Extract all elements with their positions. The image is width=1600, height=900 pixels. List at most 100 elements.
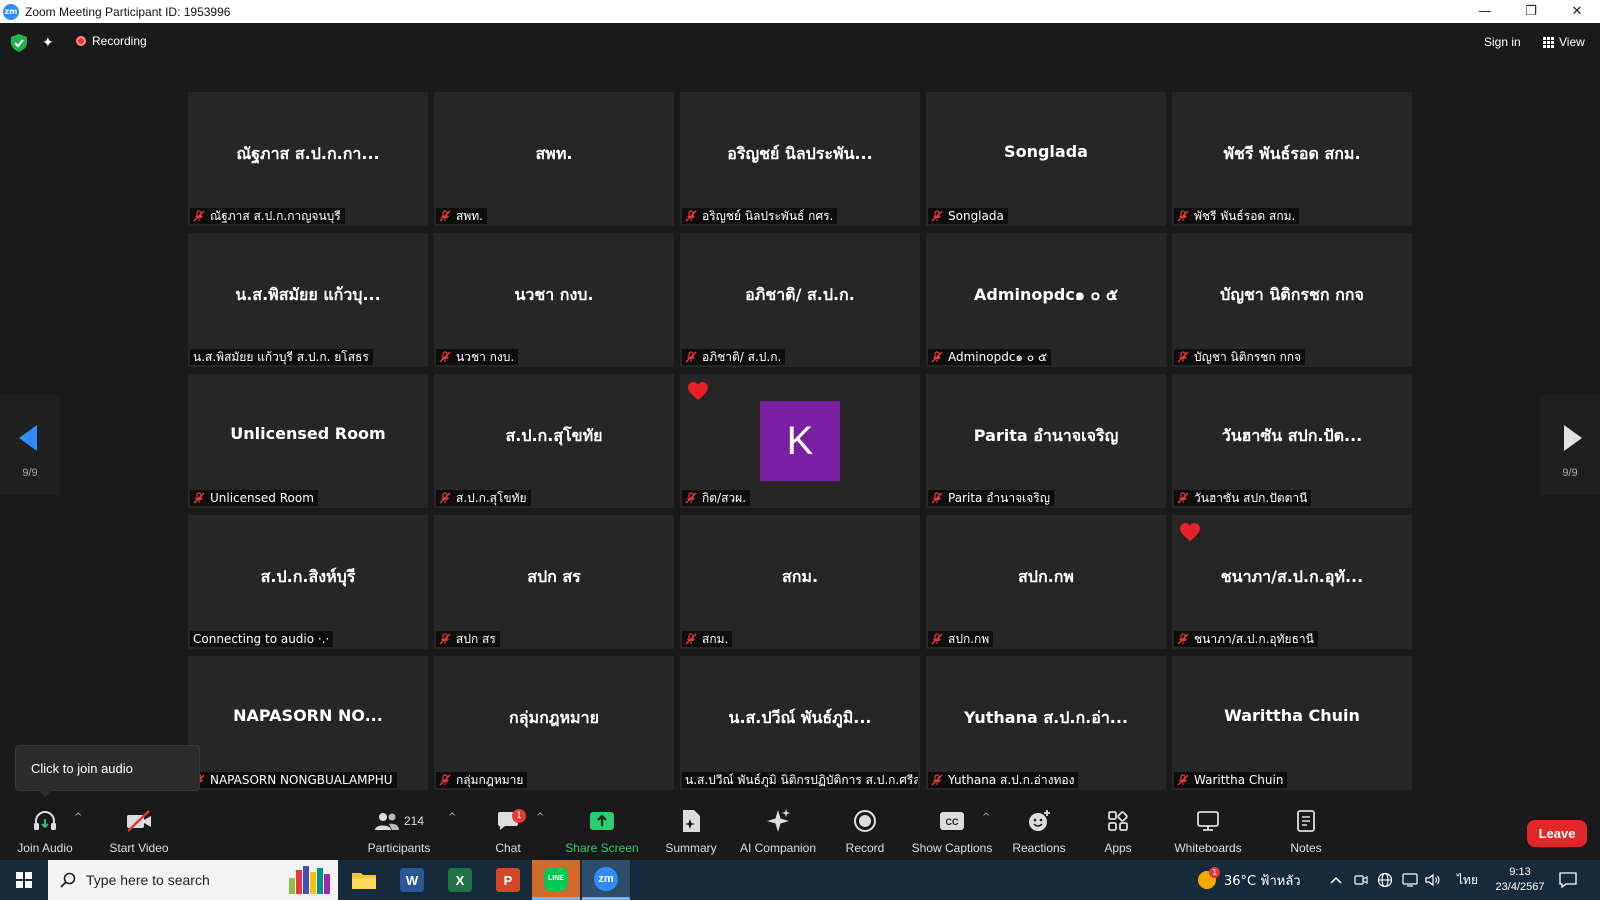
participant-tile[interactable]: กลุ่มกฎหมาย กลุ่มกฎหมาย bbox=[434, 656, 674, 790]
volume-icon[interactable] bbox=[1425, 860, 1441, 900]
captions-options-caret[interactable]: ^ bbox=[982, 812, 990, 823]
window-title: Zoom Meeting Participant ID: 1953996 bbox=[25, 4, 231, 19]
participant-tile[interactable]: อริญชย์ นิลประพัน... อริญชย์ นิลประพันธ์ … bbox=[680, 92, 920, 226]
ai-companion-sparkle-icon bbox=[765, 806, 791, 836]
notifications-icon[interactable] bbox=[1559, 860, 1577, 900]
participant-name-label: น.ส.ปวีณ์ พันธ์ภูมิ นิติกรปฏิบัติการ ส.ป… bbox=[682, 772, 918, 788]
excel-app[interactable]: X bbox=[436, 860, 484, 900]
tray-chevron-icon[interactable] bbox=[1330, 860, 1342, 900]
previous-page-button[interactable]: 9/9 bbox=[0, 395, 60, 495]
participant-tile[interactable]: K กิต/สวผ. bbox=[680, 374, 920, 508]
participant-display-name: Warittha Chuin bbox=[1224, 706, 1360, 725]
video-off-icon bbox=[125, 806, 153, 836]
participant-tile[interactable]: พัชรี พันธ์รอด สกม. พัชรี พันธ์รอด สกม. bbox=[1172, 92, 1412, 226]
input-language-indicator[interactable]: ไทย bbox=[1457, 860, 1478, 900]
meet-now-camera-icon[interactable] bbox=[1354, 860, 1368, 900]
participant-tile[interactable]: น.ส.ปวีณ์ พันธ์ภูมิ... น.ส.ปวีณ์ พันธ์ภูม… bbox=[680, 656, 920, 790]
participant-tile[interactable]: อภิชาติ/ ส.ป.ก. อภิชาติ/ ส.ป.ก. bbox=[680, 233, 920, 367]
participant-name-text: พัชรี พันธ์รอด สกม. bbox=[1194, 209, 1296, 223]
participant-tile[interactable]: สปก.กพ สปก.กพ bbox=[926, 515, 1166, 649]
participant-tile[interactable]: สปก สร สปก สร bbox=[434, 515, 674, 649]
participant-tile[interactable]: Yuthana ส.ป.ก.อ่า... Yuthana ส.ป.ก.อ่างทอ… bbox=[926, 656, 1166, 790]
record-button[interactable]: Record bbox=[843, 800, 887, 860]
participant-name-label: สปก.กพ bbox=[928, 631, 994, 647]
start-video-button[interactable]: Start Video bbox=[106, 800, 172, 860]
participants-button[interactable]: 214 Participants bbox=[364, 800, 434, 860]
weather-text: 36°C ฟ้าหลัว bbox=[1224, 873, 1301, 889]
security-shield-icon[interactable] bbox=[11, 34, 27, 52]
participant-name-label: สปก สร bbox=[436, 631, 500, 647]
whiteboards-button[interactable]: Whiteboards bbox=[1173, 800, 1243, 860]
meeting-info-bar: ✦ Recording Sign in View bbox=[0, 23, 1600, 63]
participant-name-text: Unlicensed Room bbox=[210, 491, 314, 505]
zoom-taskbar-icon: zm bbox=[594, 866, 618, 891]
audio-options-caret[interactable]: ^ bbox=[74, 812, 82, 823]
powerpoint-app[interactable]: P bbox=[484, 860, 532, 900]
muted-mic-icon bbox=[931, 774, 943, 786]
participant-name-label: Adminopdc๑ ๐ ๕ bbox=[928, 349, 1052, 365]
participant-tile[interactable]: ณัฐภาส ส.ป.ก.กา... ณัฐภาส ส.ป.ก.กาญจนบุรี bbox=[188, 92, 428, 226]
weather-sun-icon: 1 bbox=[1198, 867, 1220, 889]
word-app[interactable]: W bbox=[388, 860, 436, 900]
weather-widget[interactable]: 1 36°C ฟ้าหลัว bbox=[1198, 860, 1301, 900]
reactions-button[interactable]: Reactions bbox=[1011, 800, 1067, 860]
share-screen-button[interactable]: Share Screen bbox=[564, 800, 640, 860]
participant-name-text: อภิชาติ/ ส.ป.ก. bbox=[702, 350, 782, 364]
participant-name-label: Connecting to audio ·.· bbox=[190, 631, 334, 647]
taskbar-search-box[interactable]: Type here to search bbox=[48, 860, 338, 900]
summary-button[interactable]: Summary bbox=[661, 800, 721, 860]
ai-sparkle-icon[interactable]: ✦ bbox=[42, 35, 58, 51]
view-button[interactable]: View bbox=[1543, 35, 1585, 49]
next-page-button[interactable]: 9/9 bbox=[1540, 395, 1600, 495]
participant-name-label: อริญชย์ นิลประพันธ์ กศร. bbox=[682, 208, 838, 224]
headphones-icon bbox=[32, 806, 58, 836]
participant-tile[interactable]: ชนาภา/ส.ป.ก.อุทั... ชนาภา/ส.ป.ก.อุทัยธานี bbox=[1172, 515, 1412, 649]
recording-indicator[interactable]: Recording bbox=[76, 34, 147, 48]
participants-options-caret[interactable]: ^ bbox=[448, 812, 456, 823]
ai-companion-button[interactable]: AI Companion bbox=[736, 800, 820, 860]
participant-display-name: อภิชาติ/ ส.ป.ก. bbox=[745, 285, 855, 304]
zoom-app[interactable]: zm bbox=[582, 860, 630, 900]
participant-name-label: กลุ่มกฎหมาย bbox=[436, 772, 528, 788]
notes-button[interactable]: Notes bbox=[1289, 800, 1323, 860]
show-captions-button[interactable]: CC Show Captions bbox=[910, 800, 994, 860]
file-explorer-app[interactable] bbox=[340, 860, 388, 900]
participant-tile[interactable]: น.ส.พิสมัยย แก้วบุ... น.ส.พิสมัยย แก้วบุร… bbox=[188, 233, 428, 367]
join-audio-tooltip: Click to join audio bbox=[15, 745, 200, 797]
system-clock[interactable]: 9:13 23/4/2567 bbox=[1495, 865, 1545, 895]
participant-tile[interactable]: ส.ป.ก.สิงห์บุรี Connecting to audio ·.· bbox=[188, 515, 428, 649]
participant-name-label: ชนาภา/ส.ป.ก.อุทัยธานี bbox=[1174, 631, 1318, 647]
windows-start-icon[interactable] bbox=[16, 872, 32, 888]
participant-tile[interactable]: Parita อำนาจเจริญ Parita อำนาจเจริญ bbox=[926, 374, 1166, 508]
close-button[interactable]: ✕ bbox=[1554, 0, 1600, 23]
join-audio-button[interactable]: Join Audio bbox=[14, 800, 76, 860]
zoom-logo-icon: zm bbox=[3, 3, 19, 20]
participant-tile[interactable]: Unlicensed Room Unlicensed Room bbox=[188, 374, 428, 508]
participant-tile[interactable]: Songlada Songlada bbox=[926, 92, 1166, 226]
participant-name-text: ชนาภา/ส.ป.ก.อุทัยธานี bbox=[1194, 632, 1314, 646]
network-globe-icon[interactable] bbox=[1377, 860, 1393, 900]
participant-tile[interactable]: NAPASORN NO... NAPASORN NONGBUALAMPHU bbox=[188, 656, 428, 790]
participant-tile[interactable]: บัญชา นิติกรชก กกจ บัญชา นิติกรชก กกจ bbox=[1172, 233, 1412, 367]
participant-display-name: Parita อำนาจเจริญ bbox=[973, 426, 1119, 445]
display-icon[interactable] bbox=[1402, 860, 1418, 900]
minimize-button[interactable]: — bbox=[1462, 0, 1508, 23]
participant-tile[interactable]: สกม. สกม. bbox=[680, 515, 920, 649]
participant-tile[interactable]: Adminopdc๑ ๐ ๕ Adminopdc๑ ๐ ๕ bbox=[926, 233, 1166, 367]
participant-display-name: พัชรี พันธ์รอด สกม. bbox=[1223, 144, 1361, 163]
participant-name-label: วันฮาซัน สปก.ปัตตานี bbox=[1174, 490, 1312, 506]
participant-tile[interactable]: ส.ป.ก.สุโขทัย ส.ป.ก.สุโขทัย bbox=[434, 374, 674, 508]
arrow-left-icon bbox=[19, 425, 37, 451]
participant-tile[interactable]: วันฮาซัน สปก.ปัต... วันฮาซัน สปก.ปัตตานี bbox=[1172, 374, 1412, 508]
line-app[interactable]: LINE bbox=[532, 860, 580, 900]
summary-icon bbox=[680, 806, 702, 836]
muted-mic-icon bbox=[193, 210, 205, 222]
leave-button[interactable]: Leave bbox=[1527, 820, 1587, 847]
chat-options-caret[interactable]: ^ bbox=[536, 812, 544, 823]
sign-in-button[interactable]: Sign in bbox=[1484, 35, 1521, 49]
restore-button[interactable]: ❐ bbox=[1508, 0, 1554, 23]
participant-tile[interactable]: สพท. สพท. bbox=[434, 92, 674, 226]
participant-tile[interactable]: นวชา กงบ. นวชา กงบ. bbox=[434, 233, 674, 367]
participant-tile[interactable]: Warittha Chuin Warittha Chuin bbox=[1172, 656, 1412, 790]
apps-button[interactable]: Apps bbox=[1100, 800, 1136, 860]
